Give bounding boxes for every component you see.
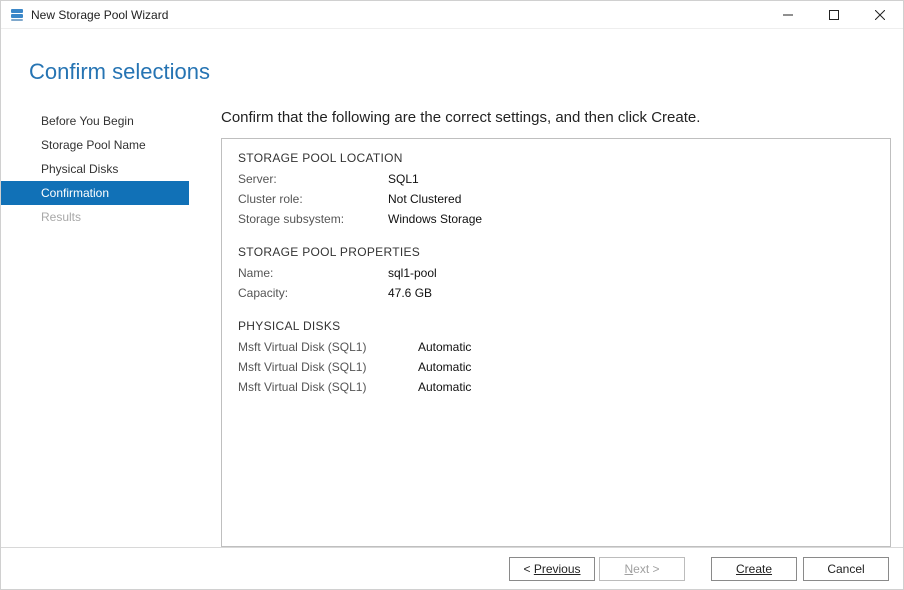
window-controls (765, 1, 903, 28)
section-heading: STORAGE POOL PROPERTIES (238, 245, 874, 259)
nav-button-group: < Previous Next > (509, 557, 685, 581)
row-disk: Msft Virtual Disk (SQL1) Automatic (238, 357, 874, 377)
row-storage-subsystem: Storage subsystem: Windows Storage (238, 209, 874, 229)
disk-name: Msft Virtual Disk (SQL1) (238, 337, 418, 357)
wizard-sidebar: Before You Begin Storage Pool Name Physi… (1, 109, 189, 547)
row-disk: Msft Virtual Disk (SQL1) Automatic (238, 377, 874, 397)
wizard-footer: < Previous Next > Create Cancel (1, 547, 903, 589)
sidebar-item-before-you-begin[interactable]: Before You Begin (1, 109, 189, 133)
close-button[interactable] (857, 1, 903, 28)
sidebar-item-confirmation[interactable]: Confirmation (1, 181, 189, 205)
titlebar: New Storage Pool Wizard (1, 1, 903, 29)
row-capacity: Capacity: 47.6 GB (238, 283, 874, 303)
value-name: sql1-pool (388, 263, 437, 283)
section-heading: PHYSICAL DISKS (238, 319, 874, 333)
section-heading: STORAGE POOL LOCATION (238, 151, 874, 165)
row-cluster-role: Cluster role: Not Clustered (238, 189, 874, 209)
section-physical-disks: PHYSICAL DISKS Msft Virtual Disk (SQL1) … (238, 319, 874, 397)
maximize-button[interactable] (811, 1, 857, 28)
section-storage-pool-location: STORAGE POOL LOCATION Server: SQL1 Clust… (238, 151, 874, 229)
value-storage-subsystem: Windows Storage (388, 209, 482, 229)
label-capacity: Capacity: (238, 283, 388, 303)
disk-name: Msft Virtual Disk (SQL1) (238, 377, 418, 397)
disk-mode: Automatic (418, 337, 471, 357)
value-cluster-role: Not Clustered (388, 189, 461, 209)
row-name: Name: sql1-pool (238, 263, 874, 283)
cancel-button[interactable]: Cancel (803, 557, 889, 581)
settings-panel: STORAGE POOL LOCATION Server: SQL1 Clust… (221, 138, 891, 547)
row-server: Server: SQL1 (238, 169, 874, 189)
sidebar-item-results: Results (1, 205, 189, 229)
wizard-main: Confirm that the following are the corre… (189, 109, 891, 547)
sidebar-item-storage-pool-name[interactable]: Storage Pool Name (1, 133, 189, 157)
row-disk: Msft Virtual Disk (SQL1) Automatic (238, 337, 874, 357)
page-title: Confirm selections (29, 59, 903, 85)
disk-mode: Automatic (418, 357, 471, 377)
window-title: New Storage Pool Wizard (31, 8, 765, 22)
value-server: SQL1 (388, 169, 419, 189)
value-capacity: 47.6 GB (388, 283, 432, 303)
disk-name: Msft Virtual Disk (SQL1) (238, 357, 418, 377)
disk-mode: Automatic (418, 377, 471, 397)
label-storage-subsystem: Storage subsystem: (238, 209, 388, 229)
previous-button[interactable]: < Previous (509, 557, 595, 581)
wizard-body: Before You Begin Storage Pool Name Physi… (1, 109, 903, 547)
label-cluster-role: Cluster role: (238, 189, 388, 209)
app-icon (9, 7, 25, 23)
action-button-group: Create Cancel (711, 557, 889, 581)
label-server: Server: (238, 169, 388, 189)
label-name: Name: (238, 263, 388, 283)
next-button: Next > (599, 557, 685, 581)
minimize-button[interactable] (765, 1, 811, 28)
wizard-window: New Storage Pool Wizard Confirm selectio… (0, 0, 904, 590)
instruction-text: Confirm that the following are the corre… (221, 109, 891, 126)
wizard-header: Confirm selections (1, 29, 903, 109)
create-button[interactable]: Create (711, 557, 797, 581)
section-storage-pool-properties: STORAGE POOL PROPERTIES Name: sql1-pool … (238, 245, 874, 303)
sidebar-item-physical-disks[interactable]: Physical Disks (1, 157, 189, 181)
